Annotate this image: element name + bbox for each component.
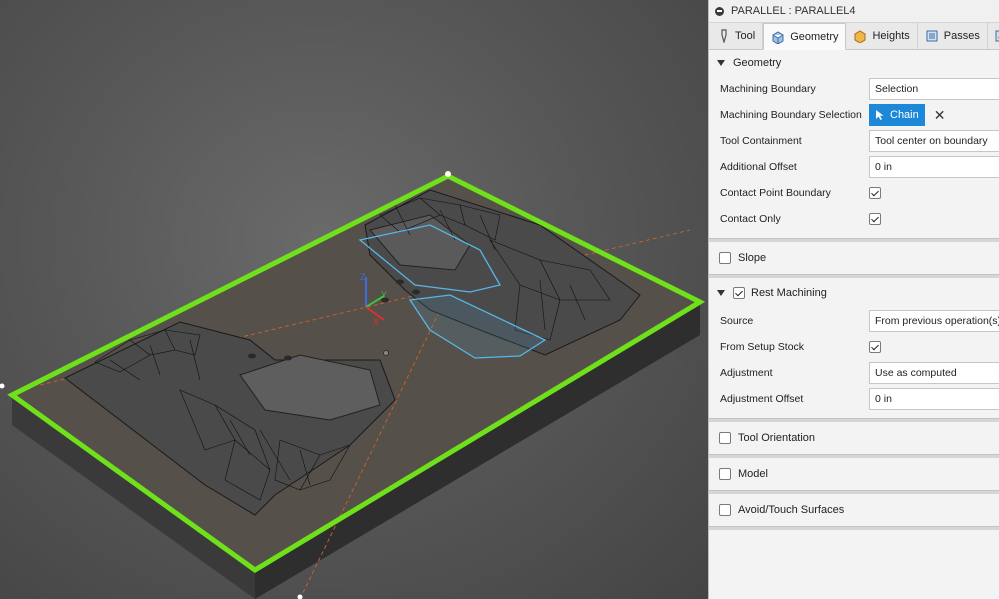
- source-select[interactable]: From previous operation(s): [869, 310, 999, 332]
- tab-geometry[interactable]: Geometry: [763, 23, 847, 50]
- rest-machining-label: Rest Machining: [751, 287, 827, 299]
- close-icon[interactable]: [715, 6, 724, 16]
- svg-text:Z: Z: [360, 272, 366, 282]
- avoid-touch-label: Avoid/Touch Surfaces: [738, 504, 845, 516]
- chevron-down-icon: [717, 60, 725, 66]
- contact-point-boundary-label: Contact Point Boundary: [720, 187, 831, 199]
- tab-geometry-label: Geometry: [790, 30, 839, 43]
- rest-machining-checkbox[interactable]: [733, 287, 745, 299]
- avoid-touch-checkbox[interactable]: [719, 504, 731, 516]
- geometry-group-header[interactable]: Geometry: [709, 50, 999, 76]
- panel-titlebar: PARALLEL : PARALLEL4: [709, 0, 999, 23]
- tool-containment-label: Tool Containment: [720, 135, 802, 147]
- linking-icon: [995, 30, 999, 42]
- additional-offset-value: 0 in: [875, 161, 892, 173]
- adjustment-row: Adjustment Use as computed: [709, 360, 999, 386]
- tab-passes-label: Passes: [943, 30, 980, 42]
- slope-checkbox[interactable]: [719, 252, 731, 264]
- geometry-icon: [772, 30, 784, 44]
- chevron-down-icon: [717, 290, 725, 296]
- adjustment-offset-value: 0 in: [875, 393, 892, 405]
- additional-offset-row: Additional Offset 0 in: [709, 154, 999, 180]
- divider: [709, 526, 999, 530]
- avoid-touch-group[interactable]: Avoid/Touch Surfaces: [709, 494, 999, 526]
- machining-boundary-label: Machining Boundary: [720, 83, 816, 95]
- slope-group[interactable]: Slope: [709, 242, 999, 274]
- boundary-selection-label: Machining Boundary Selection: [720, 109, 862, 121]
- pivot-point: [383, 350, 389, 356]
- geometry-group-title: Geometry: [733, 57, 782, 69]
- svg-text:Y: Y: [381, 290, 387, 300]
- tab-tool[interactable]: Tool: [711, 23, 764, 49]
- contact-only-checkbox[interactable]: [869, 213, 881, 225]
- tab-passes[interactable]: Passes: [918, 23, 988, 49]
- passes-icon: [926, 30, 938, 42]
- heights-icon: [854, 30, 866, 43]
- tab-linking[interactable]: L: [988, 23, 999, 49]
- tab-heights[interactable]: Heights: [846, 23, 918, 49]
- adjustment-value: Use as computed: [875, 367, 957, 379]
- contact-only-label: Contact Only: [720, 213, 781, 225]
- additional-offset-label: Additional Offset: [720, 161, 797, 173]
- boundary-selection-row: Machining Boundary Selection Chain ✕: [709, 102, 999, 128]
- 3d-viewport[interactable]: Z Y X: [0, 0, 708, 599]
- panel-title: PARALLEL : PARALLEL4: [731, 5, 856, 17]
- tab-heights-label: Heights: [872, 30, 910, 42]
- source-label: Source: [720, 315, 754, 327]
- model-label: Model: [738, 468, 768, 480]
- tab-tool-label: Tool: [735, 30, 756, 42]
- source-value: From previous operation(s): [875, 315, 999, 327]
- machining-boundary-select[interactable]: Selection: [869, 78, 999, 100]
- clear-selection-icon[interactable]: ✕: [934, 107, 946, 124]
- model-canvas[interactable]: Z Y X: [0, 0, 708, 599]
- model-group[interactable]: Model: [709, 458, 999, 490]
- tool-orientation-group[interactable]: Tool Orientation: [709, 422, 999, 454]
- adjustment-offset-input[interactable]: 0 in: [869, 388, 999, 410]
- tool-icon: [721, 29, 727, 43]
- boundary-handle[interactable]: [0, 383, 5, 389]
- boundary-handle[interactable]: [445, 171, 451, 177]
- from-setup-stock-row: From Setup Stock: [709, 334, 999, 360]
- contact-only-row: Contact Only: [709, 206, 999, 232]
- additional-offset-input[interactable]: 0 in: [869, 156, 999, 178]
- chain-button-label: Chain: [890, 109, 919, 121]
- tool-orientation-label: Tool Orientation: [738, 432, 816, 444]
- adjustment-offset-label: Adjustment Offset: [720, 393, 804, 405]
- cursor-icon: [876, 110, 884, 120]
- from-setup-stock-checkbox[interactable]: [869, 341, 881, 353]
- machining-boundary-value: Selection: [875, 83, 919, 95]
- tool-containment-value: Tool center on boundary: [875, 135, 988, 147]
- adjustment-offset-row: Adjustment Offset 0 in: [709, 386, 999, 412]
- tool-containment-select[interactable]: Tool center on boundary: [869, 130, 999, 152]
- contact-point-boundary-checkbox[interactable]: [869, 187, 881, 199]
- model-checkbox[interactable]: [719, 468, 731, 480]
- boundary-handle[interactable]: [297, 594, 303, 599]
- tool-containment-row: Tool Containment Tool center on boundary: [709, 128, 999, 154]
- tab-bar: Tool Geometry Heights Passes L: [709, 23, 999, 50]
- machining-boundary-row: Machining Boundary Selection: [709, 76, 999, 102]
- from-setup-stock-label: From Setup Stock: [720, 341, 805, 353]
- adjustment-label: Adjustment: [720, 367, 773, 379]
- tool-orientation-checkbox[interactable]: [719, 432, 731, 444]
- adjustment-select[interactable]: Use as computed: [869, 362, 999, 384]
- source-row: Source From previous operation(s): [709, 308, 999, 334]
- svg-text:X: X: [373, 317, 379, 327]
- chain-button[interactable]: Chain: [869, 104, 925, 126]
- contact-point-boundary-row: Contact Point Boundary: [709, 180, 999, 206]
- rest-machining-group-header[interactable]: Rest Machining: [709, 278, 999, 308]
- operation-panel: PARALLEL : PARALLEL4 Tool Geometry Heigh…: [708, 0, 999, 599]
- slope-label: Slope: [738, 252, 767, 264]
